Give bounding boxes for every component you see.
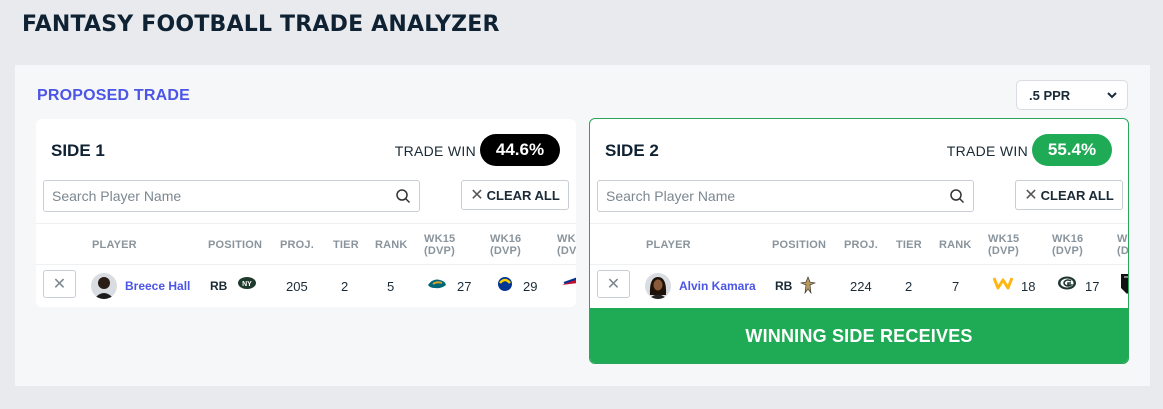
page-title: FANTASY FOOTBALL TRADE ANALYZER bbox=[22, 12, 500, 37]
wk16-dvp: 29 bbox=[523, 279, 538, 294]
trade-win-label: TRADE WIN bbox=[946, 143, 1028, 159]
player-proj: 205 bbox=[286, 279, 308, 294]
scoring-format-select[interactable]: ​.5 PPR bbox=[1016, 80, 1128, 110]
avatar bbox=[91, 273, 117, 299]
col-tier: TIER bbox=[896, 239, 922, 251]
remove-player-button[interactable]: ✕ bbox=[43, 270, 76, 298]
col-wk15: WK15 (DVP) bbox=[988, 233, 1020, 257]
col-wk15: WK15 (DVP) bbox=[424, 233, 456, 257]
packers-logo-icon bbox=[1057, 276, 1077, 293]
player-proj: 224 bbox=[850, 279, 872, 294]
trade-win-percentage: 55.4% bbox=[1032, 134, 1112, 166]
close-icon: ✕ bbox=[470, 187, 484, 204]
winning-side-receives-banner: WINNING SIDE RECEIVES bbox=[590, 308, 1128, 363]
col-wk17: WK(DV bbox=[557, 233, 576, 257]
jaguars-logo-icon bbox=[427, 276, 447, 295]
col-player: PLAYER bbox=[646, 239, 691, 251]
table-row: ✕ Alvin Kamara RB 224 2 7 18 17 bbox=[590, 265, 1128, 307]
remove-player-button[interactable]: ✕ bbox=[597, 270, 630, 298]
col-position: POSITION bbox=[772, 239, 827, 251]
wk15-dvp: 27 bbox=[457, 279, 472, 294]
table-header: PLAYER POSITION PROJ. TIER RANK WK15 (DVP… bbox=[590, 223, 1128, 265]
player-tier: 2 bbox=[905, 279, 913, 294]
bills-logo-icon bbox=[562, 276, 576, 293]
clear-all-button[interactable]: ✕ CLEAR ALL bbox=[1015, 180, 1123, 210]
col-wk16: WK16 (DVP) bbox=[490, 233, 522, 257]
player-tier: 2 bbox=[341, 279, 349, 294]
player-name-link[interactable]: Breece Hall bbox=[125, 279, 190, 293]
saints-logo-icon bbox=[799, 276, 817, 297]
side-title: SIDE 2 bbox=[605, 141, 659, 160]
col-rank: RANK bbox=[375, 239, 408, 251]
side-title: SIDE 1 bbox=[51, 141, 105, 160]
col-player: PLAYER bbox=[92, 239, 137, 251]
wk16-dvp: 17 bbox=[1085, 279, 1100, 294]
player-position: RB bbox=[210, 279, 228, 293]
clear-all-button[interactable]: ✕ CLEAR ALL bbox=[461, 180, 569, 210]
table-header: PLAYER POSITION PROJ. TIER RANK WK15 (DVP… bbox=[36, 223, 576, 265]
col-position: POSITION bbox=[208, 239, 263, 251]
close-icon: ✕ bbox=[1024, 187, 1038, 204]
player-name-link[interactable]: Alvin Kamara bbox=[679, 279, 756, 293]
col-proj: PROJ. bbox=[280, 239, 315, 251]
col-proj: PROJ. bbox=[844, 239, 879, 251]
trade-win-percentage: 44.6% bbox=[480, 134, 560, 166]
svg-text:NY: NY bbox=[242, 281, 252, 288]
proposed-trade-heading: PROPOSED TRADE bbox=[37, 87, 191, 104]
search-icon bbox=[396, 189, 411, 204]
trade-win-label: TRADE WIN bbox=[394, 143, 476, 159]
search-placeholder: Search Player Name bbox=[606, 188, 736, 204]
search-input[interactable]: Search Player Name bbox=[597, 180, 974, 212]
wk15-dvp: 18 bbox=[1021, 279, 1036, 294]
side-2-card: SIDE 2 TRADE WIN 55.4% Search Player Nam… bbox=[589, 118, 1129, 364]
col-tier: TIER bbox=[333, 239, 359, 251]
commanders-logo-icon bbox=[992, 276, 1014, 293]
col-rank: RANK bbox=[939, 239, 972, 251]
clear-all-label: CLEAR ALL bbox=[486, 187, 560, 203]
clear-all-label: CLEAR ALL bbox=[1040, 187, 1114, 203]
rams-logo-icon bbox=[495, 276, 515, 295]
player-rank: 7 bbox=[952, 279, 960, 294]
raiders-logo-icon bbox=[1121, 274, 1128, 297]
search-icon bbox=[950, 189, 965, 204]
player-position: RB bbox=[775, 279, 793, 293]
trade-panel: PROPOSED TRADE ​.5 PPR SIDE 1 TRADE WIN … bbox=[15, 65, 1150, 386]
jets-logo-icon: NY bbox=[237, 276, 257, 293]
scoring-format-value: ​.5 PPR bbox=[1029, 87, 1071, 103]
search-placeholder: Search Player Name bbox=[52, 188, 182, 204]
side-1-card: SIDE 1 TRADE WIN 44.6% Search Player Nam… bbox=[36, 119, 576, 307]
player-rank: 5 bbox=[387, 279, 395, 294]
col-wk16: WK16 (DVP) bbox=[1052, 233, 1084, 257]
search-input[interactable]: Search Player Name bbox=[43, 180, 420, 212]
avatar bbox=[645, 273, 671, 299]
chevron-down-icon bbox=[1107, 91, 1117, 98]
table-row: ✕ Breece Hall RB NY 205 2 5 27 29 bbox=[36, 265, 576, 307]
col-wk17: WK(DV bbox=[1117, 233, 1129, 257]
